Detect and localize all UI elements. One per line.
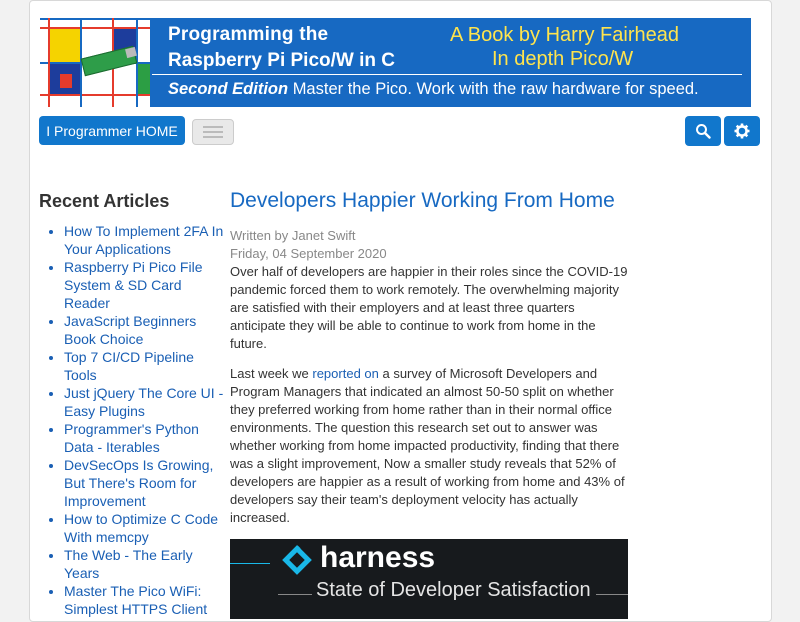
- reported-on-link[interactable]: reported on: [312, 366, 379, 381]
- hamburger-icon-bar: [203, 126, 223, 128]
- banner-divider: [152, 74, 742, 75]
- banner-tagline: Master the Pico. Work with the raw hardw…: [292, 80, 699, 98]
- recent-article-link[interactable]: The Web - The Early Years: [64, 546, 224, 582]
- settings-button[interactable]: [724, 116, 760, 146]
- article-paragraph-1: Over half of developers are happier in t…: [230, 264, 628, 351]
- paragraph-text: a survey of Microsoft Developers and Pro…: [230, 366, 625, 525]
- banner-tagline-row: Second Edition Master the Pico. Work wit…: [168, 80, 699, 99]
- article-date: Friday, 04 September 2020: [230, 246, 387, 261]
- banner-title-line2: Raspberry Pi Pico/W in C: [168, 50, 395, 71]
- harness-report-image: harness State of Developer Satisfaction: [230, 539, 628, 619]
- recent-article-link[interactable]: How To Implement 2FA In Your Application…: [64, 222, 224, 258]
- banner-text-panel: Programming the Raspberry Pi Pico/W in C…: [150, 18, 751, 107]
- banner-edition: Second Edition: [168, 80, 289, 98]
- recent-article-link[interactable]: Just jQuery The Core UI - Easy Plugins: [64, 384, 224, 420]
- article-author: Written by Janet Swift: [230, 228, 356, 243]
- recent-article-link[interactable]: Top 7 CI/CD Pipeline Tools: [64, 348, 224, 384]
- recent-article-link[interactable]: Master The Pico WiFi: Simplest HTTPS Cli…: [64, 582, 224, 618]
- article-main: Developers Happier Working From Home Wri…: [230, 189, 630, 619]
- hero-decor-line: [230, 563, 270, 564]
- recent-article-link[interactable]: Raspberry Pi Pico File System & SD Card …: [64, 258, 224, 312]
- hero-brand: harness: [320, 541, 436, 574]
- recent-article-link[interactable]: DevSecOps Is Growing, But There's Room f…: [64, 456, 224, 510]
- menu-toggle-button[interactable]: [192, 119, 234, 145]
- article-meta: Written by Janet Swift Friday, 04 Septem…: [230, 227, 630, 263]
- article-title[interactable]: Developers Happier Working From Home: [230, 189, 630, 213]
- banner-title-line1: Programming the: [168, 24, 329, 45]
- sidebar-heading: Recent Articles: [39, 191, 170, 211]
- recent-article-link[interactable]: Programmer's Python Data - Iterables: [64, 420, 224, 456]
- harness-logo-icon: [282, 545, 312, 575]
- recent-articles-sidebar: Recent Articles How To Implement 2FA In …: [39, 191, 224, 618]
- article-paragraph-2: Last week we reported on a survey of Mic…: [230, 365, 630, 527]
- hero-decor-line: [596, 594, 628, 595]
- hero-subtitle: State of Developer Satisfaction: [316, 579, 591, 601]
- recent-article-link[interactable]: JavaScript Beginners Book Choice: [64, 312, 224, 348]
- hamburger-icon-bar: [203, 136, 223, 138]
- search-button[interactable]: [685, 116, 721, 146]
- page-container: Programming the Raspberry Pi Pico/W in C…: [29, 0, 772, 622]
- recent-article-link[interactable]: How to Optimize C Code With memcpy: [64, 510, 224, 546]
- paragraph-text: Last week we: [230, 366, 313, 381]
- hamburger-icon-bar: [203, 131, 223, 133]
- hero-decor-line: [278, 594, 312, 595]
- banner-tag-line2: In depth Pico/W: [492, 48, 634, 70]
- banner-tag-line1: A Book by Harry Fairhead: [450, 24, 679, 46]
- home-button[interactable]: I Programmer HOME: [39, 116, 185, 145]
- gear-icon: [734, 123, 750, 139]
- book-banner-ad[interactable]: Programming the Raspberry Pi Pico/W in C…: [40, 18, 751, 107]
- pico-board-logo: [40, 18, 150, 107]
- recent-articles-list: How To Implement 2FA In Your Application…: [39, 222, 224, 618]
- search-icon: [696, 124, 711, 139]
